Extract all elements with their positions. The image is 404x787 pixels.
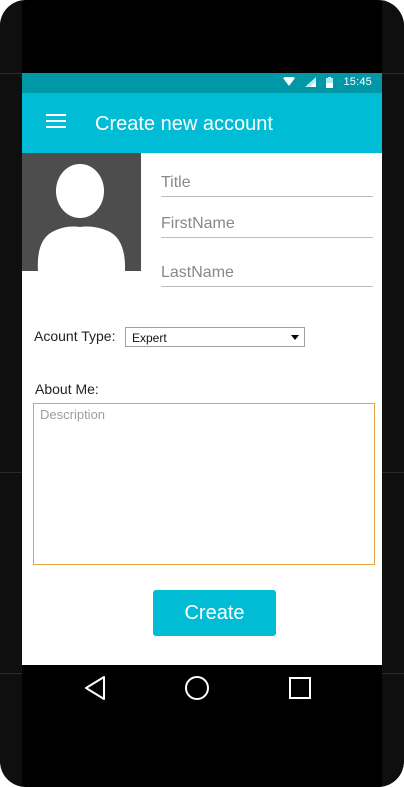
phone-frame: 15:45 Create new account Title FirstName…: [0, 0, 404, 787]
lastname-placeholder: LastName: [161, 264, 234, 281]
app-bar: Create new account: [22, 93, 382, 153]
firstname-field[interactable]: FirstName: [161, 212, 373, 238]
back-icon[interactable]: [83, 675, 109, 701]
chevron-down-icon: [291, 335, 299, 340]
create-button[interactable]: Create: [153, 590, 276, 636]
left-bezel: [0, 0, 22, 787]
navigation-bar: [22, 665, 382, 710]
lastname-field[interactable]: LastName: [161, 261, 373, 287]
status-icons: 15:45: [283, 76, 372, 88]
app-screen: 15:45 Create new account Title FirstName…: [22, 73, 382, 665]
page-title: Create new account: [95, 113, 273, 135]
create-button-label: Create: [184, 601, 245, 624]
description-placeholder: Description: [40, 407, 106, 422]
account-type-value: Expert: [132, 331, 167, 345]
person-silhouette-icon: [37, 164, 126, 271]
title-field[interactable]: Title: [161, 171, 373, 197]
status-time: 15:45: [343, 76, 372, 88]
title-placeholder: Title: [161, 174, 191, 191]
home-icon[interactable]: [184, 675, 210, 701]
signal-icon: [305, 77, 317, 87]
account-type-label: Acount Type:: [34, 328, 116, 344]
status-bar: 15:45: [22, 73, 382, 93]
recents-icon[interactable]: [287, 675, 313, 701]
account-type-select[interactable]: Expert: [125, 327, 305, 347]
battery-icon: [326, 76, 334, 88]
avatar[interactable]: [22, 153, 141, 271]
firstname-placeholder: FirstName: [161, 215, 235, 232]
hamburger-menu-icon[interactable]: [46, 114, 66, 132]
wifi-icon: [283, 77, 296, 86]
about-me-label: About Me:: [35, 381, 99, 397]
right-bezel: [382, 0, 404, 787]
description-textarea[interactable]: Description: [33, 403, 375, 565]
